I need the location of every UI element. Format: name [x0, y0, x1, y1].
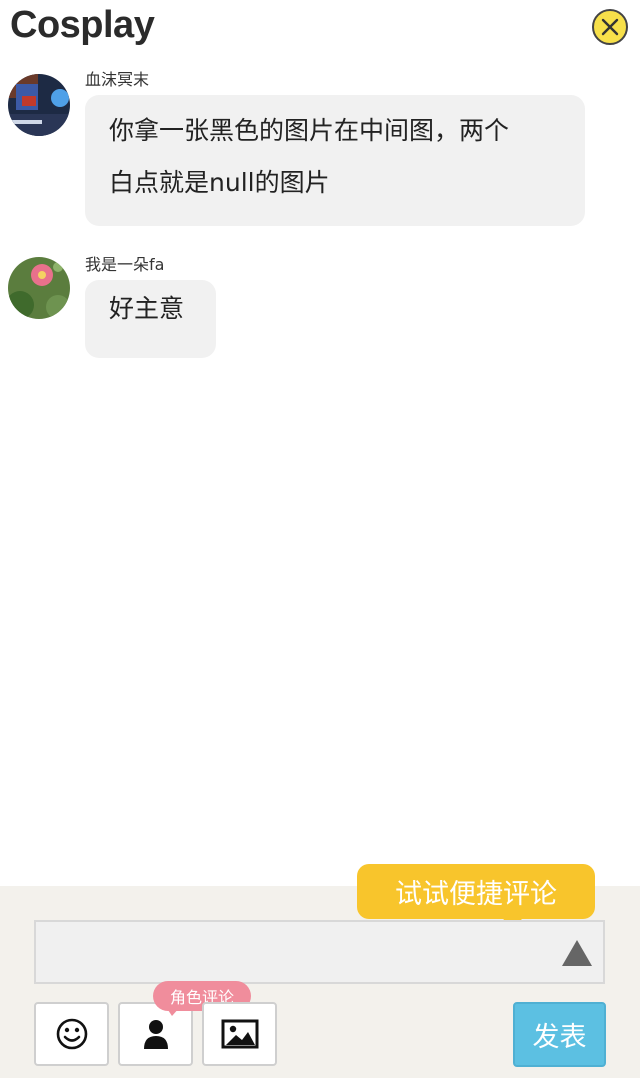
- message-text-line: 你拿一张黑色的图片在中间图，两个: [109, 116, 510, 145]
- emoji-button[interactable]: [34, 1002, 109, 1066]
- image-icon: [221, 1019, 258, 1049]
- person-icon: [143, 1020, 168, 1049]
- send-button[interactable]: 发表: [513, 1002, 606, 1067]
- user-avatar-1: [8, 74, 70, 136]
- smiley-icon: [56, 1018, 87, 1050]
- avatar[interactable]: [8, 257, 70, 319]
- user-avatar-2: [8, 257, 70, 319]
- close-icon: [601, 18, 619, 36]
- message-bubble: 你拿一张黑色的图片在中间图，两个 白点就是null的图片: [85, 95, 585, 226]
- triangle-up-icon[interactable]: [562, 940, 592, 966]
- message-text-line: 白点就是null的图片: [109, 168, 330, 197]
- role-comment-button[interactable]: [118, 1002, 193, 1066]
- comment-input[interactable]: [34, 920, 605, 984]
- page-title: Cosplay: [10, 4, 155, 46]
- username: 我是一朵fa: [85, 255, 165, 274]
- avatar[interactable]: [8, 74, 70, 136]
- message-bubble: 好主意: [85, 280, 216, 358]
- image-button[interactable]: [202, 1002, 277, 1066]
- close-button[interactable]: [592, 9, 628, 45]
- message-text-line: 好主意: [109, 294, 185, 323]
- username: 血沫冥末: [85, 70, 150, 89]
- badge-pointer: [166, 1007, 180, 1016]
- quick-comment-tip[interactable]: 试试便捷评论: [357, 864, 595, 919]
